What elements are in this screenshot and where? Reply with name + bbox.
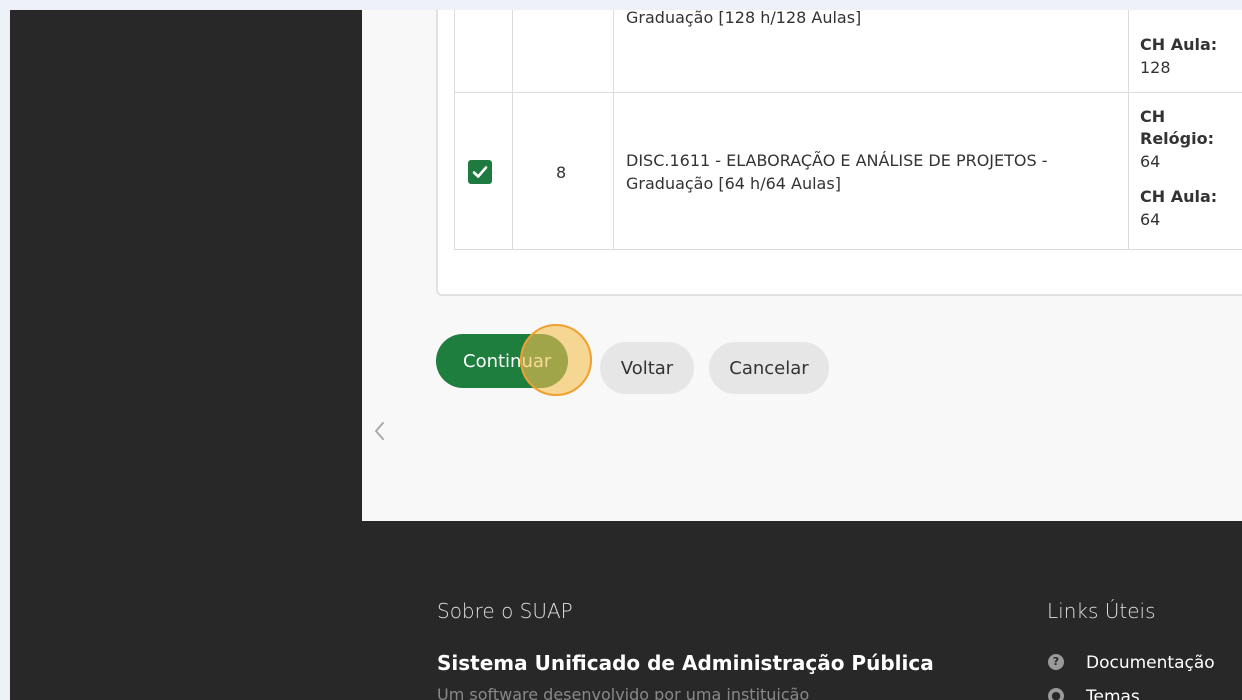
discipline-description-line2: Graduação [64 h/64 Aulas] bbox=[626, 174, 841, 193]
links-heading: Links Úteis bbox=[1047, 599, 1156, 623]
about-title: Sistema Unificado de Administração Públi… bbox=[437, 651, 934, 675]
table-column-divider bbox=[1128, 10, 1129, 250]
cancelar-button[interactable]: Cancelar bbox=[709, 342, 829, 394]
ch-relogio-label: Relógio: bbox=[1140, 129, 1214, 148]
question-icon: ? bbox=[1048, 654, 1064, 670]
row-checkbox[interactable] bbox=[468, 160, 492, 184]
table-column-divider bbox=[512, 10, 513, 250]
click-indicator bbox=[520, 324, 592, 396]
disciplines-table: Graduação [128 h/128 Aulas] CH Aula: 128… bbox=[436, 10, 1242, 296]
checkmark-icon bbox=[472, 166, 488, 178]
sidebar bbox=[10, 10, 362, 700]
discipline-description: Graduação [128 h/128 Aulas] bbox=[626, 10, 862, 27]
discipline-description-line1: DISC.1611 - ELABORAÇÃO E ANÁLISE DE PROJ… bbox=[626, 151, 1048, 170]
ch-aula-value: 64 bbox=[1140, 210, 1161, 229]
about-heading: Sobre o SUAP bbox=[437, 599, 573, 623]
table-bottom-border bbox=[454, 249, 1242, 250]
ch-relogio-label: CH bbox=[1140, 107, 1166, 126]
ch-aula-value: 128 bbox=[1140, 58, 1171, 77]
ch-aula-label: CH Aula: bbox=[1140, 187, 1218, 206]
row-number: 8 bbox=[556, 163, 567, 182]
footer: Sobre o SUAP Sistema Unificado de Admini… bbox=[362, 521, 1242, 700]
palette-icon: ● bbox=[1048, 688, 1064, 700]
table-row-divider bbox=[454, 92, 1242, 93]
chevron-left-icon[interactable] bbox=[372, 420, 386, 442]
ch-relogio-value: 64 bbox=[1140, 152, 1161, 171]
table-border-left bbox=[454, 10, 455, 250]
ch-aula-label: CH Aula: bbox=[1140, 35, 1218, 54]
voltar-button[interactable]: Voltar bbox=[600, 342, 694, 394]
main-content: Graduação [128 h/128 Aulas] CH Aula: 128… bbox=[362, 10, 1242, 521]
about-text: Um software desenvolvido por uma institu… bbox=[437, 685, 810, 700]
table-column-divider bbox=[613, 10, 614, 250]
